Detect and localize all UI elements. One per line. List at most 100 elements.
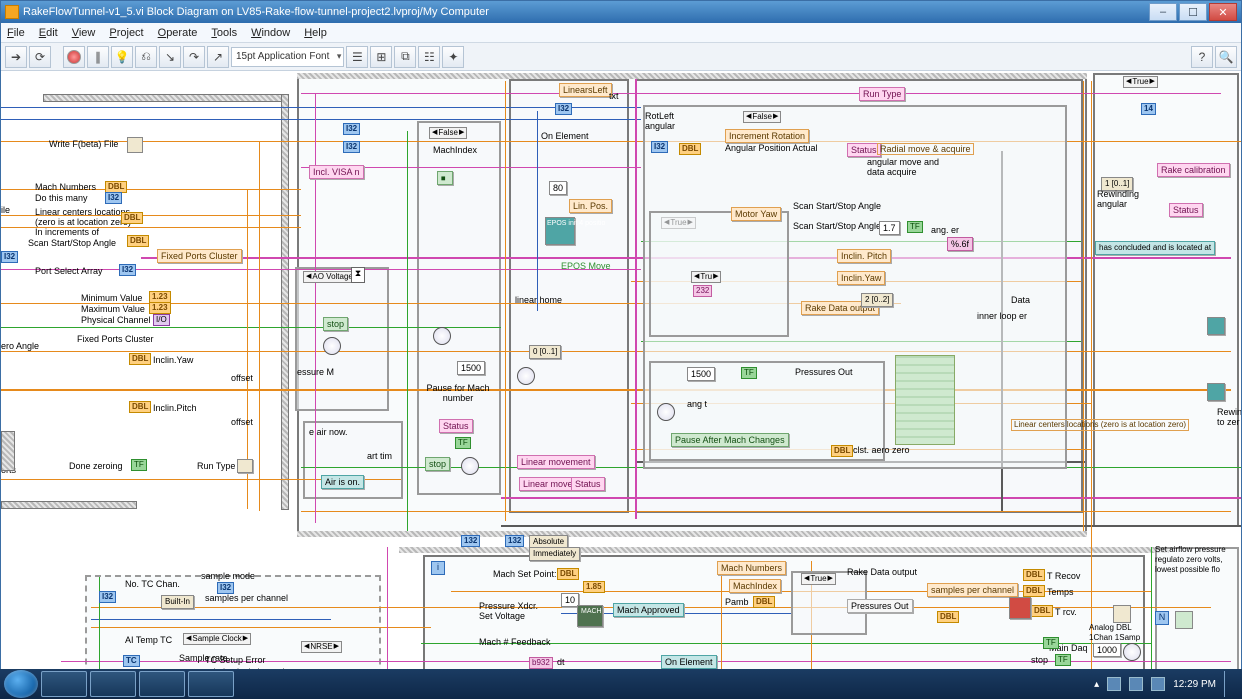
highlight-button[interactable]: 💡 — [111, 46, 133, 68]
nrse-ring[interactable]: NRSE — [301, 641, 342, 653]
sample-clock-ring[interactable]: Sample Clock — [183, 633, 251, 645]
ang-t-label: ang t — [687, 399, 707, 409]
radial-move-label: Radial move & acquire — [877, 143, 974, 155]
max-val-label: Maximum Value — [81, 304, 145, 314]
val-80[interactable]: 80 — [549, 181, 567, 195]
io-node-b[interactable] — [1207, 383, 1225, 401]
write-fbeta-path[interactable] — [127, 137, 143, 153]
stop-loop-btn[interactable]: ⏹ — [437, 171, 453, 185]
menu-file[interactable]: FFileile — [7, 27, 25, 39]
tc-i32: TC — [123, 655, 140, 667]
inclin-pitch-dbl-icon: DBL — [129, 401, 151, 413]
task-explorer[interactable] — [41, 671, 87, 697]
stop-btn-1[interactable]: stop — [323, 317, 348, 331]
run-cont-button[interactable]: ⟳ — [29, 46, 51, 68]
close-button[interactable]: ✕ — [1209, 3, 1237, 21]
builtin-ring[interactable]: Built-In — [161, 595, 194, 609]
run-button[interactable]: ➔ — [5, 46, 27, 68]
taskbar-clock[interactable]: 12:29 PM — [1173, 679, 1216, 690]
case-false-machindex[interactable]: False — [429, 127, 467, 139]
write-fbeta-label: Write F(beta) File — [49, 139, 118, 149]
tru-case[interactable]: Tru — [691, 271, 721, 283]
min-val-label: Minimum Value — [81, 293, 142, 303]
align-button[interactable]: ☰ — [346, 46, 368, 68]
maximize-button[interactable]: ☐ — [1179, 3, 1207, 21]
phys-chan-io-icon: I/O — [153, 314, 170, 326]
trecov-label: T Recov — [1047, 571, 1080, 581]
help-button[interactable]: ? — [1191, 46, 1213, 68]
menu-project[interactable]: Project — [109, 27, 143, 39]
seq-ao[interactable] — [295, 267, 389, 411]
mach-subvi[interactable]: MACH — [577, 605, 603, 627]
case-right-sel[interactable]: True — [1123, 76, 1158, 88]
fmt-6f-str[interactable]: %.6f — [947, 237, 973, 251]
val-1500-a[interactable]: 1500 — [457, 361, 485, 375]
titlebar: RakeFlowTunnel-v1_5.vi Block Diagram on … — [1, 1, 1241, 23]
step-over-button[interactable]: ↷ — [183, 46, 205, 68]
bottom-seq-wrap — [399, 547, 1169, 553]
no-tc-label: No. TC Chan. — [125, 579, 180, 589]
block-diagram-scroll[interactable]: True — [1, 71, 1241, 678]
outer-seq-edge-b — [297, 531, 1087, 537]
angular-position-label: Angular Position Actual — [725, 143, 818, 153]
case-false-top[interactable]: False — [743, 111, 781, 123]
immediately-enum[interactable]: Immediately — [529, 547, 580, 561]
phys-chan-label: Physical Channel — [81, 315, 151, 325]
trcv-label: T rcv. — [1055, 607, 1077, 617]
tray-up-icon[interactable]: ▴ — [1094, 679, 1099, 690]
pressure-m-label: essure M — [297, 367, 334, 377]
zero-loop-label[interactable]: 0 [0..1] — [529, 345, 561, 359]
search-button[interactable]: 🔍 — [1215, 46, 1237, 68]
menu-operate[interactable]: Operate — [158, 27, 198, 39]
menu-window[interactable]: Window — [251, 27, 290, 39]
task-app-1[interactable] — [90, 671, 136, 697]
mach-set-dbl: DBL — [557, 568, 579, 580]
has-concluded-label: has concluded and is located at — [1095, 241, 1215, 255]
menu-tools[interactable]: Tools — [211, 27, 237, 39]
val-1000[interactable]: 1000 — [1093, 643, 1121, 657]
io-node-a[interactable] — [1207, 317, 1225, 335]
task-app-3[interactable] — [188, 671, 234, 697]
val-17[interactable]: 1.7 — [879, 221, 900, 235]
abort-button[interactable] — [63, 46, 85, 68]
reorder-button[interactable]: ☷ — [418, 46, 440, 68]
in-increments-label: In increments of — [35, 227, 99, 237]
pamb-label: Pamb — [725, 597, 749, 607]
block-diagram[interactable]: True — [1, 71, 1241, 678]
do-this-many-label: Do this many — [35, 193, 88, 203]
window-title: RakeFlowTunnel-v1_5.vi Block Diagram on … — [23, 6, 489, 18]
case-true-sel-b[interactable]: True — [801, 573, 836, 585]
case-right[interactable] — [1093, 73, 1239, 527]
stop-btn-2[interactable]: stop — [425, 457, 450, 471]
minimize-button[interactable]: – — [1149, 3, 1177, 21]
airflow-icon-b — [1175, 611, 1193, 629]
cleanup-button[interactable]: ✦ — [442, 46, 464, 68]
step-into-button[interactable]: ↘ — [159, 46, 181, 68]
start-button[interactable] — [4, 670, 38, 698]
tray-icon-2[interactable] — [1129, 677, 1143, 691]
menu-view[interactable]: View — [72, 27, 96, 39]
distribute-button[interactable]: ⊞ — [370, 46, 392, 68]
task-app-2[interactable] — [139, 671, 185, 697]
show-desktop-button[interactable] — [1224, 671, 1232, 697]
pressures-out-2[interactable]: Pressures Out — [847, 599, 913, 613]
val-1500-b[interactable]: 1500 — [687, 367, 715, 381]
resize-button[interactable]: ⧉ — [394, 46, 416, 68]
run-type-ring[interactable] — [237, 459, 253, 473]
font-selector[interactable]: 15pt Application Font — [231, 47, 344, 67]
linearsleft-label: LinearsLeft — [559, 83, 612, 97]
step-out-button[interactable]: ↗ — [207, 46, 229, 68]
two-loop-label[interactable]: 2 [0..2] — [861, 293, 893, 307]
pause-button[interactable]: ∥ — [87, 46, 109, 68]
tray-icon-3[interactable] — [1151, 677, 1165, 691]
daq-read-subvi[interactable] — [1009, 597, 1031, 619]
clock-icon-4 — [517, 367, 535, 385]
stop-2-tf: TF — [1055, 654, 1071, 666]
menu-edit[interactable]: Edit — [39, 27, 58, 39]
tray-icon-1[interactable] — [1107, 677, 1121, 691]
menu-help[interactable]: Help — [304, 27, 327, 39]
retain-button[interactable]: ⎌ — [135, 46, 157, 68]
epos-subvi[interactable]: EPOS init 4 positio — [545, 217, 575, 245]
max-dbl-icon: 1.23 — [149, 302, 171, 314]
rewinding-ang-label: Rewinding angular — [1097, 189, 1153, 209]
